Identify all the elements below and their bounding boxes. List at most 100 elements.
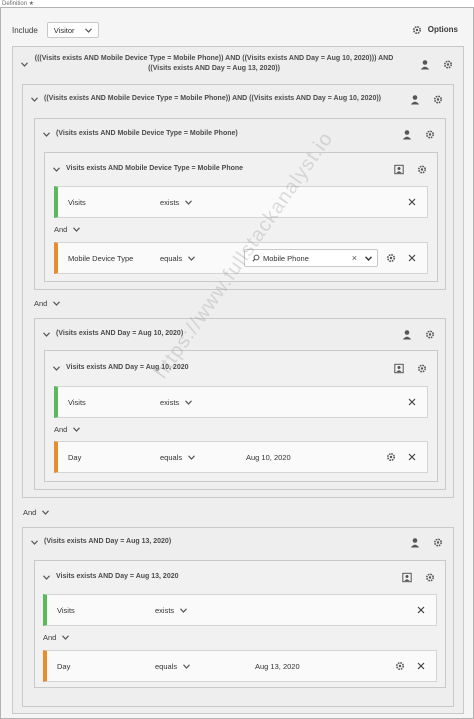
chevron-down-icon bbox=[183, 663, 191, 669]
rule-day-aug-13[interactable]: Day equals Aug 13, 2020 bbox=[43, 650, 437, 682]
gear-icon[interactable] bbox=[385, 253, 396, 264]
chevron-down-icon[interactable] bbox=[43, 131, 50, 137]
gear-icon[interactable] bbox=[442, 59, 453, 70]
outer-container-actions bbox=[407, 59, 453, 70]
rule-operator-select[interactable]: equals bbox=[160, 254, 196, 263]
group-b-header: (Visits exists AND Day = Aug 13, 2020) bbox=[23, 528, 453, 556]
include-scope-value: Visitor bbox=[53, 25, 75, 35]
gear-icon[interactable] bbox=[424, 329, 435, 340]
and-operator-2[interactable]: And bbox=[34, 299, 61, 308]
group-a1-inner-actions bbox=[381, 164, 427, 175]
options-button[interactable]: Options bbox=[412, 24, 458, 35]
close-icon[interactable] bbox=[406, 197, 417, 208]
rule-visits-exists-1[interactable]: Visits exists bbox=[54, 186, 428, 218]
gear-icon[interactable] bbox=[424, 572, 435, 583]
chevron-down-icon bbox=[180, 607, 188, 613]
segment-icon[interactable] bbox=[393, 363, 404, 374]
options-label: Options bbox=[427, 25, 458, 34]
group-b-inner-title: Visits exists AND Day = Aug 13, 2020 bbox=[56, 573, 179, 580]
group-b-actions bbox=[397, 537, 443, 548]
chevron-down-icon[interactable] bbox=[31, 96, 38, 102]
rule-dimension-name: Visits bbox=[68, 197, 86, 207]
segment-icon[interactable] bbox=[401, 572, 412, 583]
chevron-down-icon bbox=[84, 27, 92, 33]
segment-icon[interactable] bbox=[393, 164, 404, 175]
person-icon[interactable] bbox=[401, 129, 412, 140]
clear-icon[interactable]: × bbox=[352, 253, 357, 263]
include-scope-select[interactable]: Visitor bbox=[46, 22, 99, 38]
close-icon[interactable] bbox=[415, 605, 426, 616]
chevron-down-icon[interactable] bbox=[31, 539, 38, 545]
rule-dimension-name: Day bbox=[68, 452, 82, 462]
group-a1-inner-title: Visits exists AND Mobile Device Type = M… bbox=[66, 165, 244, 172]
definition-label: Definition ★ bbox=[2, 1, 35, 7]
person-icon[interactable] bbox=[409, 537, 420, 548]
gear-icon[interactable] bbox=[394, 661, 405, 672]
rule-actions bbox=[384, 661, 426, 672]
chevron-down-icon bbox=[73, 227, 81, 232]
group-a2-header: (Visits exists AND Day = Aug 10, 2020) bbox=[35, 319, 445, 349]
rule-visits-exists-3[interactable]: Visits exists bbox=[43, 594, 437, 626]
group-a2-inner-actions bbox=[381, 363, 427, 374]
chevron-down-icon[interactable] bbox=[53, 166, 60, 172]
chevron-down-icon bbox=[185, 199, 193, 205]
person-icon[interactable] bbox=[401, 329, 412, 340]
rule-actions bbox=[375, 253, 417, 264]
close-icon[interactable] bbox=[415, 661, 426, 672]
close-icon[interactable] bbox=[406, 253, 417, 264]
chevron-down-icon[interactable] bbox=[43, 331, 50, 337]
and-operator-1[interactable]: And bbox=[54, 225, 81, 234]
and-operator-3[interactable]: And bbox=[54, 425, 81, 434]
rule-operator-select[interactable]: equals bbox=[160, 453, 196, 462]
rule-visits-exists-2[interactable]: Visits exists bbox=[54, 386, 428, 418]
outer-container-header: (((Visits exists AND Mobile Device Type … bbox=[13, 47, 463, 81]
close-icon[interactable] bbox=[406, 397, 417, 408]
gear-icon[interactable] bbox=[432, 94, 443, 105]
gear-icon[interactable] bbox=[385, 452, 396, 463]
rule-dimension-name: Visits bbox=[57, 605, 75, 615]
include-label: Include bbox=[12, 25, 38, 35]
group-a-header: ((Visits exists AND Mobile Device Type =… bbox=[23, 85, 453, 113]
chevron-down-icon bbox=[188, 454, 196, 460]
gear-icon bbox=[412, 24, 423, 35]
person-icon[interactable] bbox=[419, 59, 430, 70]
close-icon[interactable] bbox=[406, 452, 417, 463]
rule-dimension-name: Mobile Device Type bbox=[68, 253, 134, 263]
gear-icon[interactable] bbox=[416, 363, 427, 374]
rule-value[interactable]: Aug 10, 2020 bbox=[246, 453, 291, 462]
gear-icon[interactable] bbox=[416, 164, 427, 175]
rule-day-aug-10[interactable]: Day equals Aug 10, 2020 bbox=[54, 441, 428, 473]
rule-operator-select[interactable]: exists bbox=[160, 198, 193, 207]
rule-operator-select[interactable]: exists bbox=[160, 398, 193, 407]
rule-value-input[interactable]: Mobile Phone × bbox=[244, 249, 378, 267]
chevron-down-icon[interactable] bbox=[364, 254, 373, 263]
chevron-down-icon bbox=[62, 635, 70, 640]
group-a-title: ((Visits exists AND Mobile Device Type =… bbox=[44, 95, 382, 102]
include-row: Include Visitor bbox=[12, 22, 99, 38]
chevron-down-icon bbox=[73, 427, 81, 432]
chevron-down-icon bbox=[188, 255, 196, 261]
chevron-down-icon[interactable] bbox=[43, 574, 50, 580]
and-operator-5[interactable]: And bbox=[43, 633, 70, 642]
and-operator-4[interactable]: And bbox=[23, 508, 50, 517]
person-icon[interactable] bbox=[409, 94, 420, 105]
group-a-actions bbox=[397, 94, 443, 105]
rule-actions bbox=[396, 397, 417, 408]
rule-value[interactable]: Aug 13, 2020 bbox=[255, 662, 300, 671]
rule-actions bbox=[396, 197, 417, 208]
rule-operator-select[interactable]: exists bbox=[155, 606, 188, 615]
chevron-down-icon[interactable] bbox=[53, 365, 60, 371]
group-a2-title: (Visits exists AND Day = Aug 10, 2020) bbox=[56, 330, 184, 337]
group-a1-title: (Visits exists AND Mobile Device Type = … bbox=[56, 130, 238, 137]
group-a2-actions bbox=[389, 329, 435, 340]
gear-icon[interactable] bbox=[432, 537, 443, 548]
chevron-down-icon[interactable] bbox=[21, 61, 28, 67]
rule-operator-select[interactable]: equals bbox=[155, 662, 191, 671]
rule-dimension-name: Visits bbox=[68, 397, 86, 407]
group-a2-inner-header: Visits exists AND Day = Aug 10, 2020 bbox=[45, 351, 437, 385]
rule-actions bbox=[375, 452, 417, 463]
gear-icon[interactable] bbox=[424, 129, 435, 140]
chevron-down-icon bbox=[53, 301, 61, 306]
chevron-down-icon bbox=[42, 510, 50, 515]
rule-dimension-name: Day bbox=[57, 661, 71, 671]
